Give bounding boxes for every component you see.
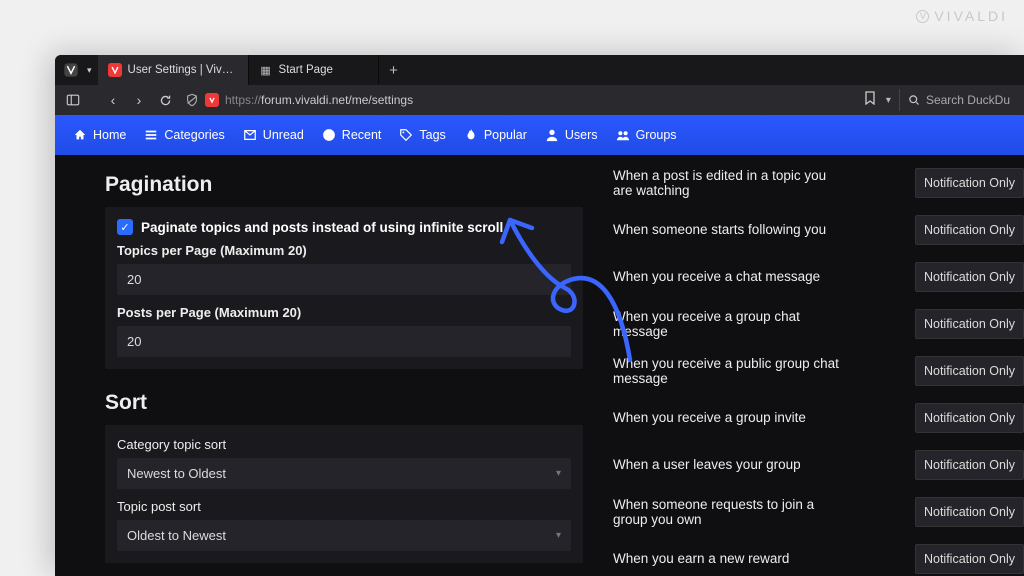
notif-select[interactable]: Notification Only — [915, 356, 1024, 386]
nav-popular[interactable]: Popular — [464, 128, 527, 142]
search-placeholder: Search DuckDu — [926, 93, 1010, 107]
topics-input[interactable]: 20 — [117, 264, 571, 295]
notif-text: When a user leaves your group — [613, 457, 801, 472]
nav-groups[interactable]: Groups — [616, 128, 677, 142]
bookmark-icon[interactable] — [864, 91, 876, 110]
vivaldi-favicon-icon — [108, 63, 122, 77]
menu-caret-icon[interactable]: ▾ — [87, 65, 92, 76]
posts-input[interactable]: 20 — [117, 326, 571, 357]
reload-button[interactable] — [153, 88, 177, 112]
new-tab-button[interactable]: + — [379, 62, 409, 79]
notif-text: When someone starts following you — [613, 222, 826, 237]
topic-sort-label: Topic post sort — [117, 499, 571, 514]
address-bar: ‹ › https://forum.vivaldi.net/me/setting… — [55, 85, 1024, 115]
nav-unread[interactable]: Unread — [243, 128, 304, 142]
forum-nav: Home Categories Unread Recent Tags Popul… — [55, 115, 1024, 155]
notification-list: When a post is edited in a topic you are… — [595, 155, 1024, 576]
tab-title: User Settings | Vivaldi Forum — [128, 64, 238, 76]
startpage-grid-icon: ▦ — [259, 63, 273, 77]
nav-tags[interactable]: Tags — [399, 128, 445, 142]
url-text: https://forum.vivaldi.net/me/settings — [225, 93, 413, 107]
nav-home[interactable]: Home — [73, 128, 126, 142]
notif-text: When you receive a public group chat mes… — [613, 356, 843, 386]
nav-categories[interactable]: Categories — [144, 128, 224, 142]
notif-text: When someone requests to join a group yo… — [613, 497, 843, 527]
notif-text: When you receive a chat message — [613, 269, 820, 284]
notif-select[interactable]: Notification Only — [915, 497, 1024, 527]
cat-sort-label: Category topic sort — [117, 437, 571, 452]
vivaldi-watermark: VVIVALDI — [916, 8, 1008, 24]
notif-select[interactable]: Notification Only — [915, 403, 1024, 433]
back-button[interactable]: ‹ — [101, 88, 125, 112]
notif-text: When a post is edited in a topic you are… — [613, 168, 843, 198]
notif-text: When you receive a group chat message — [613, 309, 843, 339]
url-field[interactable]: https://forum.vivaldi.net/me/settings — [179, 89, 862, 111]
topic-sort-select[interactable]: Oldest to Newest▾ — [117, 520, 571, 551]
notif-select[interactable]: Notification Only — [915, 309, 1024, 339]
pagination-title: Pagination — [105, 173, 583, 197]
chevron-down-icon[interactable]: ▾ — [886, 95, 891, 106]
tab-startpage[interactable]: ▦ Start Page — [249, 55, 379, 85]
panel-toggle-icon[interactable] — [61, 88, 85, 112]
notif-select[interactable]: Notification Only — [915, 262, 1024, 292]
notif-text: When you receive a group invite — [613, 410, 806, 425]
notif-text: When you earn a new reward — [613, 551, 789, 566]
sort-panel: Category topic sort Newest to Oldest▾ To… — [105, 425, 583, 563]
pagination-panel: ✓ Paginate topics and posts instead of u… — [105, 207, 583, 369]
notif-select[interactable]: Notification Only — [915, 168, 1024, 198]
forward-button[interactable]: › — [127, 88, 151, 112]
posts-label: Posts per Page (Maximum 20) — [117, 305, 571, 320]
search-box[interactable]: Search DuckDu — [899, 89, 1018, 111]
vivaldi-menu-button[interactable] — [59, 58, 83, 82]
tab-title: Start Page — [279, 64, 333, 76]
notif-select[interactable]: Notification Only — [915, 544, 1024, 574]
search-icon — [908, 94, 920, 106]
notif-select[interactable]: Notification Only — [915, 215, 1024, 245]
paginate-label: Paginate topics and posts instead of usi… — [141, 220, 503, 235]
site-favicon-icon — [205, 93, 219, 107]
sort-title: Sort — [105, 391, 583, 415]
settings-content: Pagination ✓ Paginate topics and posts i… — [55, 155, 1024, 576]
browser-window: ▾ User Settings | Vivaldi Forum ▦ Start … — [55, 55, 1024, 576]
shield-icon[interactable] — [185, 93, 199, 107]
paginate-checkbox[interactable]: ✓ — [117, 219, 133, 235]
notif-select[interactable]: Notification Only — [915, 450, 1024, 480]
nav-recent[interactable]: Recent — [322, 128, 382, 142]
chevron-down-icon: ▾ — [556, 468, 561, 479]
nav-users[interactable]: Users — [545, 128, 598, 142]
chevron-down-icon: ▾ — [556, 530, 561, 541]
cat-sort-select[interactable]: Newest to Oldest▾ — [117, 458, 571, 489]
topics-label: Topics per Page (Maximum 20) — [117, 243, 571, 258]
tab-bar: ▾ User Settings | Vivaldi Forum ▦ Start … — [55, 55, 1024, 85]
tab-active[interactable]: User Settings | Vivaldi Forum — [98, 55, 249, 85]
